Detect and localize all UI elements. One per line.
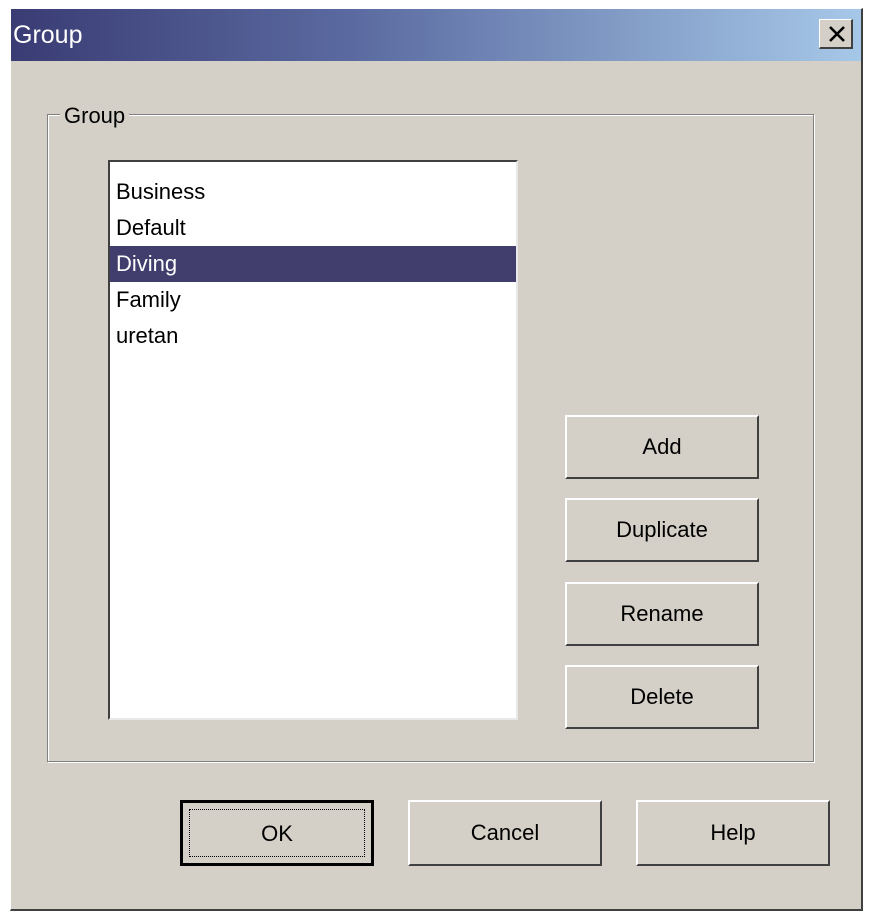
delete-button[interactable]: Delete <box>565 665 759 729</box>
list-item[interactable]: uretan <box>110 318 516 354</box>
add-button[interactable]: Add <box>565 415 759 479</box>
ok-button-label: OK <box>261 821 293 846</box>
ok-button[interactable]: OK <box>180 800 374 866</box>
help-button[interactable]: Help <box>636 800 830 866</box>
list-item-selected[interactable]: Diving <box>110 246 516 282</box>
window-title: Group <box>13 21 83 49</box>
list-item[interactable]: Family <box>110 282 516 318</box>
rename-button[interactable]: Rename <box>565 582 759 646</box>
cancel-button[interactable]: Cancel <box>408 800 602 866</box>
close-button[interactable] <box>819 19 853 49</box>
list-item[interactable]: Business <box>110 174 516 210</box>
close-icon <box>829 26 845 42</box>
group-box-label: Group <box>60 104 130 128</box>
list-item[interactable]: Default <box>110 210 516 246</box>
title-bar[interactable]: Group <box>11 9 861 61</box>
duplicate-button[interactable]: Duplicate <box>565 498 759 562</box>
group-listbox[interactable]: Business Default Diving Family uretan <box>108 160 518 720</box>
